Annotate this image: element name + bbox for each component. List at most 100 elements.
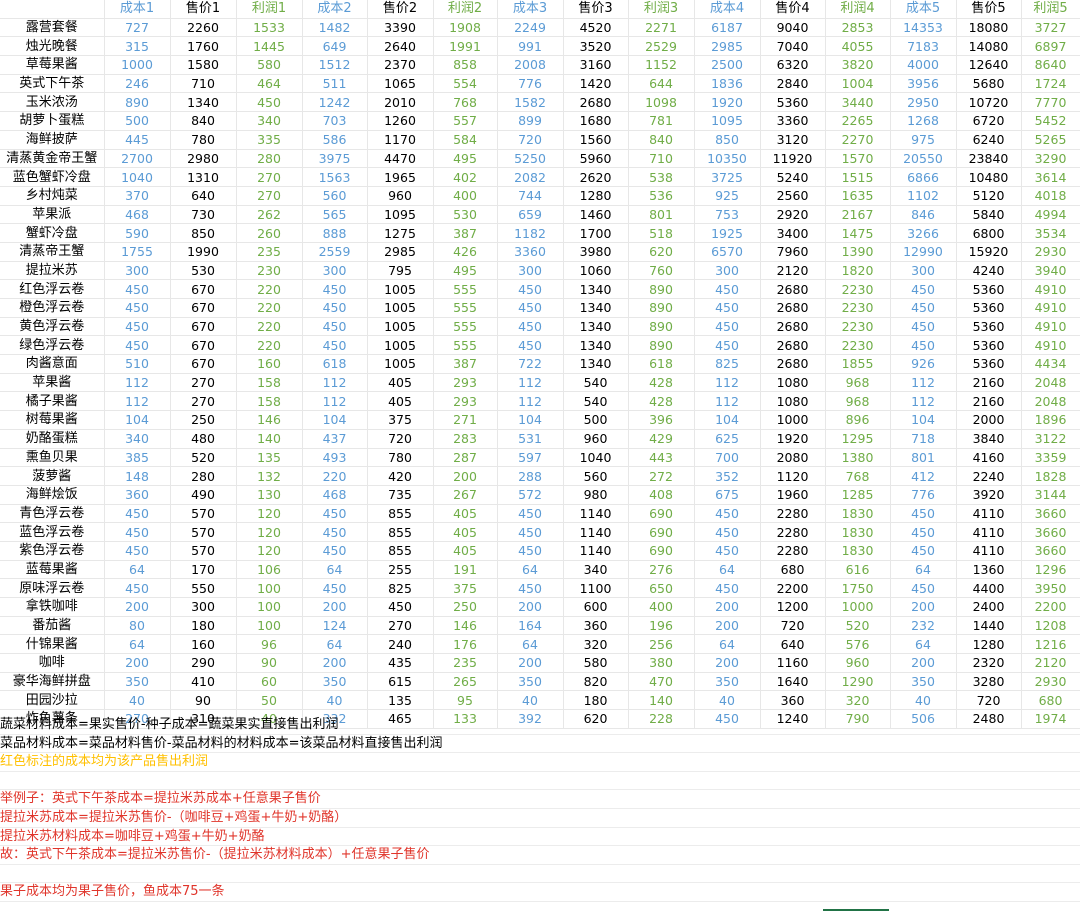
value-cell[interactable]: 335 [236, 130, 303, 150]
value-cell[interactable]: 570 [170, 522, 237, 542]
value-cell[interactable]: 80 [104, 616, 171, 636]
item-name-cell[interactable]: 苹果派 [0, 205, 105, 225]
value-cell[interactable]: 50 [236, 690, 303, 711]
value-cell[interactable]: 1440 [956, 616, 1022, 636]
column-header[interactable]: 成本3 [497, 0, 564, 19]
value-cell[interactable]: 14353 [890, 18, 957, 38]
value-cell[interactable]: 1268 [890, 111, 957, 131]
item-name-cell[interactable]: 玉米浓汤 [0, 92, 105, 113]
value-cell[interactable]: 450 [104, 335, 171, 356]
value-cell[interactable]: 1420 [563, 74, 629, 94]
value-cell[interactable]: 580 [563, 653, 629, 673]
value-cell[interactable]: 640 [760, 634, 826, 655]
value-cell[interactable]: 960 [825, 653, 891, 673]
value-cell[interactable]: 1275 [367, 223, 434, 243]
value-cell[interactable]: 850 [170, 223, 237, 243]
value-cell[interactable]: 180 [563, 690, 629, 711]
value-cell[interactable]: 2230 [825, 317, 891, 337]
value-cell[interactable]: 3120 [760, 130, 826, 150]
value-cell[interactable]: 4400 [956, 578, 1022, 598]
value-cell[interactable]: 5680 [956, 74, 1022, 94]
value-cell[interactable]: 450 [694, 522, 761, 542]
value-cell[interactable]: 1005 [367, 317, 434, 337]
value-cell[interactable]: 1208 [1021, 616, 1080, 636]
value-cell[interactable]: 450 [367, 597, 434, 617]
value-cell[interactable]: 12990 [890, 242, 957, 262]
value-cell[interactable]: 200 [302, 597, 368, 617]
value-cell[interactable]: 2700 [104, 149, 171, 169]
value-cell[interactable]: 360 [104, 485, 171, 505]
value-cell[interactable]: 340 [563, 560, 629, 580]
item-name-cell[interactable]: 蓝莓果酱 [0, 560, 105, 580]
value-cell[interactable]: 5250 [497, 149, 564, 169]
value-cell[interactable]: 1242 [302, 92, 368, 113]
item-name-cell[interactable]: 苹果酱 [0, 373, 105, 393]
value-cell[interactable]: 158 [236, 373, 303, 393]
value-cell[interactable]: 4110 [956, 522, 1022, 542]
item-name-cell[interactable]: 原味浮云卷 [0, 578, 105, 598]
value-cell[interactable]: 4994 [1021, 205, 1080, 225]
value-cell[interactable]: 1060 [563, 261, 629, 281]
value-cell[interactable]: 15920 [956, 242, 1022, 262]
value-cell[interactable]: 2680 [760, 298, 826, 318]
value-cell[interactable]: 584 [433, 130, 498, 150]
value-cell[interactable]: 2680 [760, 279, 826, 299]
value-cell[interactable]: 5840 [956, 205, 1022, 225]
value-cell[interactable]: 855 [367, 504, 434, 524]
value-cell[interactable]: 538 [628, 167, 695, 187]
item-name-cell[interactable]: 蟹虾冷盘 [0, 223, 105, 243]
value-cell[interactable]: 536 [628, 186, 695, 206]
value-cell[interactable]: 450 [302, 317, 368, 337]
value-cell[interactable]: 2280 [760, 504, 826, 524]
value-cell[interactable]: 396 [628, 410, 695, 430]
value-cell[interactable]: 3660 [1021, 522, 1080, 542]
value-cell[interactable]: 64 [104, 560, 171, 580]
column-header[interactable]: 成本4 [694, 0, 761, 19]
value-cell[interactable]: 1340 [563, 279, 629, 299]
value-cell[interactable]: 1295 [825, 429, 891, 449]
value-cell[interactable]: 2930 [1021, 672, 1080, 692]
value-cell[interactable]: 350 [104, 672, 171, 692]
value-cell[interactable]: 680 [1021, 690, 1080, 711]
value-cell[interactable]: 450 [497, 504, 564, 524]
value-cell[interactable]: 435 [367, 653, 434, 673]
value-cell[interactable]: 703 [302, 111, 368, 131]
item-name-cell[interactable]: 树莓果酱 [0, 410, 105, 430]
value-cell[interactable]: 450 [694, 279, 761, 299]
value-cell[interactable]: 2853 [825, 18, 891, 38]
value-cell[interactable]: 2620 [563, 167, 629, 187]
value-cell[interactable]: 176 [433, 634, 498, 655]
value-cell[interactable]: 570 [170, 541, 237, 561]
value-cell[interactable]: 2080 [760, 448, 826, 468]
value-cell[interactable]: 270 [170, 373, 237, 393]
value-cell[interactable]: 146 [433, 616, 498, 636]
value-cell[interactable]: 855 [367, 522, 434, 542]
value-cell[interactable]: 1285 [825, 485, 891, 505]
value-cell[interactable]: 3440 [825, 92, 891, 113]
value-cell[interactable]: 4160 [956, 448, 1022, 468]
value-cell[interactable]: 768 [433, 92, 498, 113]
value-cell[interactable]: 1836 [694, 74, 761, 94]
value-cell[interactable]: 112 [890, 373, 957, 393]
column-header[interactable]: 利润4 [825, 0, 891, 19]
value-cell[interactable]: 1340 [170, 92, 237, 113]
value-cell[interactable]: 1095 [694, 111, 761, 131]
value-cell[interactable]: 220 [236, 317, 303, 337]
value-cell[interactable]: 450 [302, 335, 368, 356]
value-cell[interactable]: 1005 [367, 354, 434, 374]
value-cell[interactable]: 2370 [367, 55, 434, 75]
value-cell[interactable]: 1990 [170, 242, 237, 262]
value-cell[interactable]: 1960 [760, 485, 826, 505]
value-cell[interactable]: 408 [628, 485, 695, 505]
value-cell[interactable]: 1000 [825, 597, 891, 617]
value-cell[interactable]: 220 [302, 466, 368, 486]
value-cell[interactable]: 2000 [956, 410, 1022, 430]
value-cell[interactable]: 625 [694, 429, 761, 449]
note-line[interactable]: 故：英式下午茶成本=提拉米苏售价-（提拉米苏材料成本）+任意果子售价 [0, 846, 1080, 865]
item-name-cell[interactable]: 橙色浮云卷 [0, 298, 105, 318]
value-cell[interactable]: 300 [170, 597, 237, 617]
value-cell[interactable]: 412 [890, 466, 957, 486]
value-cell[interactable]: 135 [236, 448, 303, 468]
value-cell[interactable]: 470 [628, 672, 695, 692]
item-name-cell[interactable]: 红色浮云卷 [0, 279, 105, 299]
